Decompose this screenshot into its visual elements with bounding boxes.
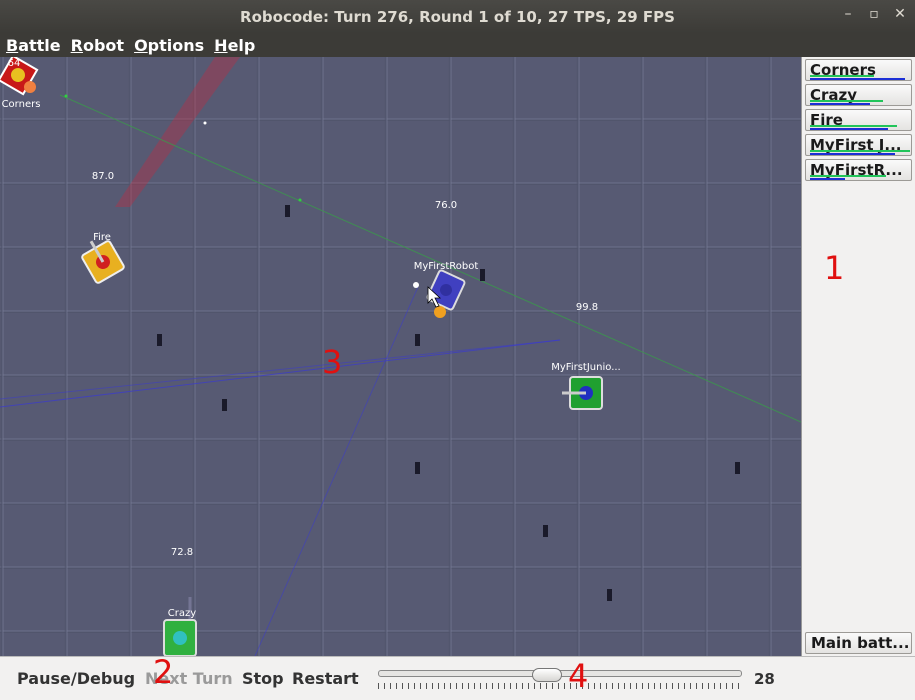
energy-bar <box>810 125 897 127</box>
robot-name: Fire <box>93 232 111 243</box>
menu-robot-mnemonic: R <box>70 35 83 55</box>
floor-bolt <box>157 334 162 346</box>
pause-debug-button[interactable]: Pause/Debug <box>17 669 135 688</box>
robot-energy: 99.8 <box>575 302 599 313</box>
menu-help[interactable]: Help <box>214 36 255 55</box>
radar-scan <box>115 57 240 207</box>
restart-button[interactable]: Restart <box>292 669 359 688</box>
explosion <box>434 306 446 318</box>
robot-button-fire[interactable]: Fire <box>805 109 912 131</box>
bullet <box>64 94 68 98</box>
minimize-icon[interactable]: – <box>839 5 857 23</box>
robot-button-corners[interactable]: Corners <box>805 59 912 81</box>
floor-bolt <box>415 334 420 346</box>
robot-button-crazy[interactable]: Crazy <box>805 84 912 106</box>
floor-bolt <box>415 462 420 474</box>
robot-list-panel: Corners Crazy Fire MyFirst J... MyFirstR… <box>801 57 915 656</box>
annotation-2: 2 <box>153 653 174 691</box>
robot-crazy-tank <box>163 619 197 656</box>
stop-button[interactable]: Stop <box>242 669 284 688</box>
menu-battle-label: attle <box>18 35 61 55</box>
menu-bar: Battle Robot Options Help <box>0 33 915 57</box>
robot-button-myfirstjunior[interactable]: MyFirst J... <box>805 134 912 156</box>
battlefield[interactable]: 64 Corners 87.0 Fire 76.0 MyFirstRobot 9… <box>0 57 801 656</box>
floor-bolt <box>222 399 227 411</box>
scan-line <box>59 94 801 423</box>
robot-button-myfirstrobot[interactable]: MyFirstR... <box>805 159 912 181</box>
floor-bolt <box>607 589 612 601</box>
energy-bar <box>810 150 910 152</box>
menu-help-label: elp <box>227 35 256 55</box>
floor-bolt <box>285 205 290 217</box>
close-icon[interactable]: ✕ <box>891 5 909 23</box>
energy-bar <box>810 75 874 77</box>
annotation-4: 4 <box>568 657 589 695</box>
gun-bar <box>810 153 895 155</box>
robot-name: MyFirstRobot <box>413 261 479 272</box>
menu-options-label: ptions <box>147 35 205 55</box>
scan-line <box>0 339 561 400</box>
tps-slider-knob[interactable] <box>532 668 562 682</box>
gun-bar <box>810 178 845 180</box>
energy-bar <box>810 175 886 177</box>
robot-energy: 72.8 <box>170 547 194 558</box>
menu-options-mnemonic: O <box>134 35 148 55</box>
explosion <box>24 81 36 93</box>
robot-energy: 87.0 <box>91 171 115 182</box>
robot-energy: 64 <box>7 58 21 69</box>
title-bar: Robocode: Turn 276, Round 1 of 10, 27 TP… <box>0 0 915 33</box>
scan-line <box>0 339 561 408</box>
gun-bar <box>810 128 888 130</box>
control-toolbar: Pause/Debug Next Turn Stop Restart 2 4 2… <box>0 653 915 700</box>
menu-battle-mnemonic: B <box>6 35 19 55</box>
tps-slider[interactable] <box>378 668 742 682</box>
floor-bolt <box>480 269 485 281</box>
menu-robot[interactable]: Robot <box>71 36 124 55</box>
menu-battle[interactable]: Battle <box>6 36 61 55</box>
main-battle-button[interactable]: Main batt... <box>805 632 912 654</box>
bullet <box>203 121 207 125</box>
annotation-3: 3 <box>322 343 343 381</box>
robot-myfirstrobot-tank <box>426 269 466 311</box>
window-controls: – ▫ ✕ <box>839 5 909 23</box>
menu-help-mnemonic: H <box>214 35 228 55</box>
robot-name: Crazy <box>167 608 197 619</box>
gun-bar <box>810 78 905 80</box>
robot-myfirstjunior-tank <box>562 376 603 410</box>
robot-name: MyFirstJunio... <box>551 362 621 373</box>
bullet <box>298 198 302 202</box>
energy-bar <box>810 100 883 102</box>
robot-energy: 76.0 <box>434 200 458 211</box>
window-title: Robocode: Turn 276, Round 1 of 10, 27 TP… <box>240 7 675 26</box>
maximize-icon[interactable]: ▫ <box>865 5 883 23</box>
tps-value: 28 <box>754 670 775 688</box>
battlefield-overlay <box>0 57 801 656</box>
menu-options[interactable]: Options <box>134 36 204 55</box>
floor-bolt <box>735 462 740 474</box>
floor-bolt <box>543 525 548 537</box>
menu-robot-label: obot <box>82 35 125 55</box>
tps-slider-ticks <box>378 683 742 689</box>
gun-bar <box>810 103 870 105</box>
annotation-1: 1 <box>824 249 845 287</box>
tank-turret <box>173 631 187 645</box>
bullet <box>413 282 419 288</box>
robot-name: Corners <box>1 99 41 110</box>
